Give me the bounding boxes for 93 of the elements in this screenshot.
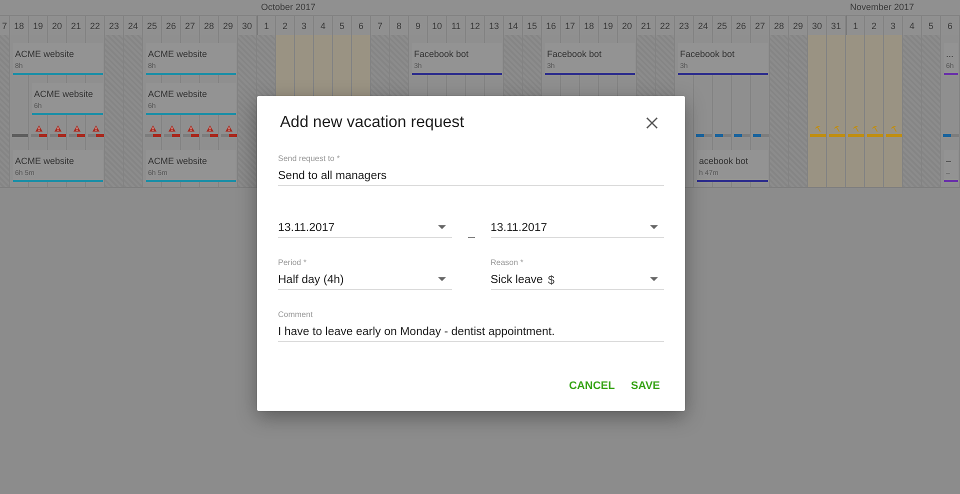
day-number: 28	[770, 15, 789, 35]
day-number: 1	[257, 15, 276, 35]
task-title: ...	[946, 49, 955, 59]
caret-icon	[650, 277, 658, 282]
day-number: 18	[10, 15, 29, 35]
input-field[interactable]: Send to all managers	[278, 166, 664, 186]
warning-icon	[186, 125, 194, 132]
warning-icon	[168, 125, 176, 132]
task-title: –	[946, 156, 952, 166]
select-field[interactable]: Sick leave $	[490, 270, 664, 290]
day-number: 19	[599, 15, 618, 35]
day-number: 25	[143, 15, 162, 35]
day-number: 22	[86, 15, 105, 35]
day-number: 7	[371, 15, 390, 35]
day-number: 23	[105, 15, 124, 35]
day-number: 20	[618, 15, 637, 35]
field-label: Comment	[278, 310, 314, 321]
dialog-button[interactable]: SAVE	[626, 376, 664, 396]
day-number: 19	[29, 15, 48, 35]
day-number: 30	[238, 15, 257, 35]
close-icon[interactable]	[646, 117, 658, 129]
day-number: 4	[903, 15, 922, 35]
field-label: Send request to *	[278, 154, 341, 165]
day-number: 9	[409, 15, 428, 35]
day-number: 10	[428, 15, 447, 35]
day-number: 16	[542, 15, 561, 35]
day-number: 23	[675, 15, 694, 35]
range-dash	[468, 237, 474, 238]
day-number: 21	[637, 15, 656, 35]
day-number: 2	[276, 15, 295, 35]
dialog-title: Add new vacation request	[280, 114, 464, 132]
task-title: ACME website	[148, 89, 208, 99]
task-title: acebook bot	[699, 156, 750, 166]
day-number: 26	[732, 15, 751, 35]
day-number: 7	[0, 15, 10, 35]
month-label: November 2017	[849, 1, 916, 14]
day-number: 25	[713, 15, 732, 35]
day-number: 24	[694, 15, 713, 35]
warning-icon	[206, 125, 214, 132]
field-label: Reason *	[490, 258, 524, 269]
warning-icon	[148, 125, 156, 132]
day-number: 6	[352, 15, 371, 35]
select-field[interactable]: 13.11.2017	[278, 218, 452, 238]
day-number: 11	[447, 15, 466, 35]
task-title: Facebook bot	[547, 49, 603, 59]
select-field[interactable]: 13.11.2017	[490, 218, 664, 238]
day-number: 5	[333, 15, 352, 35]
day-number: 29	[219, 15, 238, 35]
day-number: 6	[941, 15, 960, 35]
day-number: 12	[466, 15, 485, 35]
day-number: 31	[827, 15, 846, 35]
task-title: ACME website	[15, 49, 76, 59]
day-number: 27	[751, 15, 770, 35]
month-label: October 2017	[260, 1, 317, 14]
day-number: 21	[67, 15, 86, 35]
day-number: 13	[485, 15, 504, 35]
warning-icon	[54, 125, 62, 132]
field-label: Period *	[278, 258, 308, 269]
day-number: 2	[865, 15, 884, 35]
day-number: 26	[162, 15, 181, 35]
day-number: 4	[314, 15, 333, 35]
day-number: 30	[808, 15, 827, 35]
day-number: 1	[846, 15, 865, 35]
warning-icon	[224, 125, 232, 132]
task-title: ACME website	[15, 156, 76, 166]
caret-icon	[650, 225, 658, 230]
dialog-button[interactable]: CANCEL	[565, 376, 619, 396]
day-number: 22	[656, 15, 675, 35]
day-number: 14	[504, 15, 523, 35]
task-title: ACME website	[148, 49, 208, 59]
task-title: Facebook bot	[414, 49, 470, 59]
day-number: 28	[200, 15, 219, 35]
task-title: ACME website	[34, 89, 94, 99]
task-title: ACME website	[148, 156, 208, 166]
day-number: 18	[580, 15, 599, 35]
day-number: 3	[295, 15, 314, 35]
day-number: 8	[390, 15, 409, 35]
day-number: 20	[48, 15, 67, 35]
select-field[interactable]: Half day (4h)	[278, 270, 452, 290]
day-number: 5	[922, 15, 941, 35]
day-number: 17	[561, 15, 580, 35]
day-number: 3	[884, 15, 903, 35]
warning-icon	[34, 125, 42, 132]
warning-icon	[92, 125, 100, 132]
day-number: 27	[181, 15, 200, 35]
caret-icon	[438, 277, 446, 282]
warning-icon	[72, 125, 80, 132]
day-number: 15	[523, 15, 542, 35]
day-number: 29	[789, 15, 808, 35]
input-field[interactable]: I have to leave early on Monday - dentist appointment.	[278, 322, 664, 342]
task-title: Facebook bot	[680, 49, 736, 59]
day-number: 24	[124, 15, 143, 35]
caret-icon	[438, 225, 446, 230]
